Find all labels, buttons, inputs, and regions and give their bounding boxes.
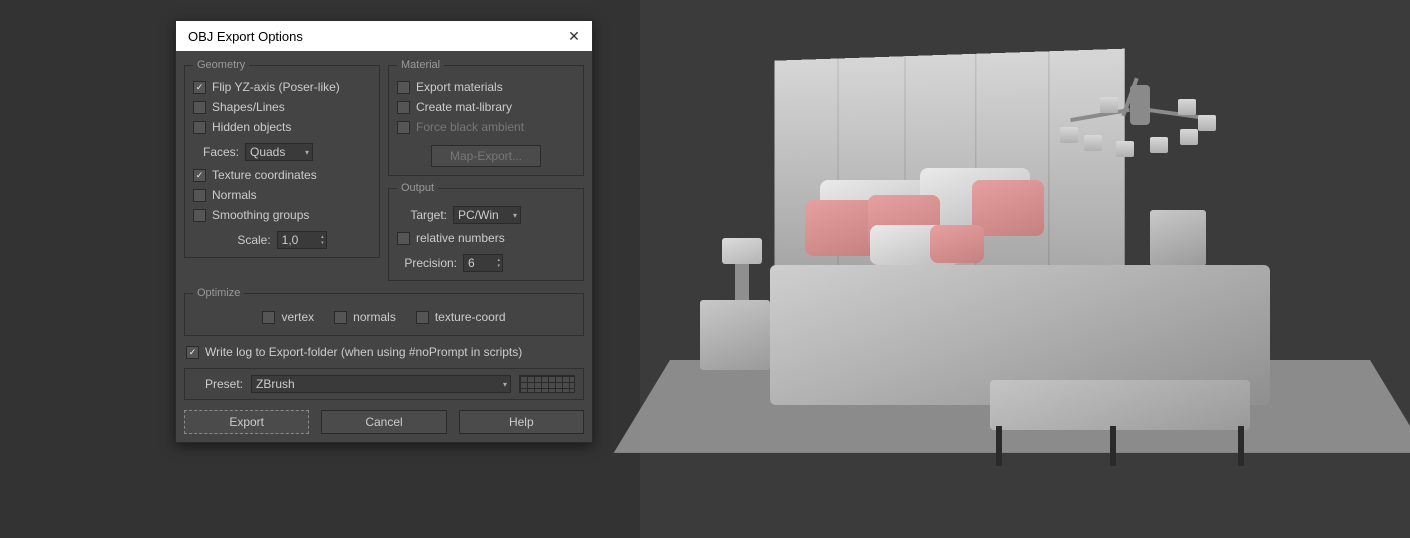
scale-spinner[interactable]: 1,0	[277, 231, 327, 249]
precision-label: Precision:	[397, 256, 457, 270]
precision-spinner[interactable]: 6	[463, 254, 503, 272]
geometry-legend: Geometry	[193, 59, 249, 71]
bench	[990, 380, 1250, 430]
faces-dropdown[interactable]: Quads	[245, 143, 313, 161]
export-button[interactable]: Export	[184, 410, 309, 434]
nightstand-left	[700, 300, 770, 370]
material-legend: Material	[397, 59, 444, 71]
write-log-checkbox[interactable]	[186, 346, 199, 359]
opt-texcoord-checkbox[interactable]	[416, 311, 429, 324]
smoothing-checkbox[interactable]	[193, 209, 206, 222]
preset-dropdown[interactable]: ZBrush	[251, 375, 511, 393]
relative-label: relative numbers	[416, 231, 505, 245]
scale-label: Scale:	[237, 233, 270, 247]
chandelier	[1060, 55, 1220, 175]
normals-label: Normals	[212, 188, 257, 202]
cancel-button[interactable]: Cancel	[321, 410, 446, 434]
optimize-legend: Optimize	[193, 287, 244, 299]
hidden-label: Hidden objects	[212, 120, 291, 134]
export-materials-checkbox[interactable]	[397, 81, 410, 94]
titlebar[interactable]: OBJ Export Options ✕	[176, 21, 592, 51]
close-icon[interactable]: ✕	[564, 28, 584, 45]
optimize-group: Optimize vertex normals texture-coord	[184, 287, 584, 336]
flip-yz-label: Flip YZ-axis (Poser-like)	[212, 80, 340, 94]
export-materials-label: Export materials	[416, 80, 503, 94]
lamp-stem	[735, 260, 749, 300]
opt-vertex-checkbox[interactable]	[262, 311, 275, 324]
viewport-scene	[640, 0, 1410, 538]
obj-export-dialog: OBJ Export Options ✕ Geometry Flip YZ-ax…	[175, 20, 593, 443]
smoothing-label: Smoothing groups	[212, 208, 309, 222]
shapes-checkbox[interactable]	[193, 101, 206, 114]
force-black-label: Force black ambient	[416, 120, 524, 134]
opt-normals-checkbox[interactable]	[334, 311, 347, 324]
texcoords-label: Texture coordinates	[212, 168, 317, 182]
opt-normals-label: normals	[353, 310, 396, 324]
nightstand-right	[1150, 210, 1206, 266]
output-legend: Output	[397, 182, 438, 194]
hidden-checkbox[interactable]	[193, 121, 206, 134]
flip-yz-checkbox[interactable]	[193, 81, 206, 94]
help-button[interactable]: Help	[459, 410, 584, 434]
dialog-title: OBJ Export Options	[184, 29, 564, 44]
opt-texcoord-label: texture-coord	[435, 310, 506, 324]
output-group: Output Target: PC/Win relative numbers P…	[388, 182, 584, 281]
pillow-pink	[930, 225, 984, 263]
force-black-checkbox	[397, 121, 410, 134]
write-log-label: Write log to Export-folder (when using #…	[205, 345, 522, 359]
preset-label: Preset:	[193, 377, 243, 391]
preset-grid-icon[interactable]	[519, 375, 575, 393]
shapes-label: Shapes/Lines	[212, 100, 285, 114]
faces-label: Faces:	[193, 145, 239, 159]
normals-checkbox[interactable]	[193, 189, 206, 202]
target-label: Target:	[397, 208, 447, 222]
material-group: Material Export materials Create mat-lib…	[388, 59, 584, 176]
texcoords-checkbox[interactable]	[193, 169, 206, 182]
create-matlib-label: Create mat-library	[416, 100, 512, 114]
pillow-pink	[805, 200, 877, 256]
map-export-button: Map-Export...	[431, 145, 541, 167]
preset-row: Preset: ZBrush	[184, 368, 584, 400]
relative-checkbox[interactable]	[397, 232, 410, 245]
pillow-pink	[972, 180, 1044, 236]
target-dropdown[interactable]: PC/Win	[453, 206, 521, 224]
geometry-group: Geometry Flip YZ-axis (Poser-like) Shape…	[184, 59, 380, 258]
create-matlib-checkbox[interactable]	[397, 101, 410, 114]
lamp-shade	[722, 238, 762, 264]
opt-vertex-label: vertex	[281, 310, 314, 324]
